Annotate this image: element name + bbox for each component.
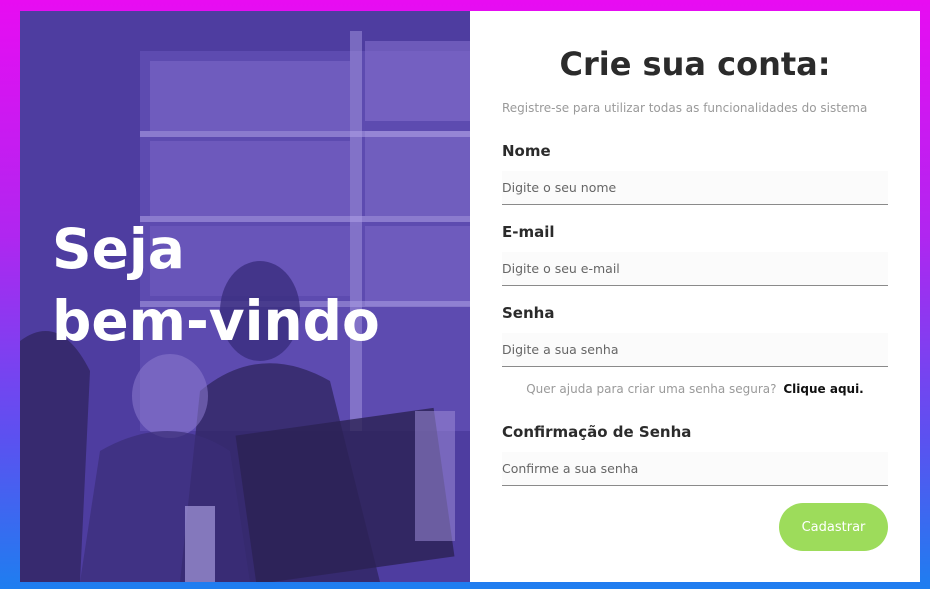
password-help-link[interactable]: Clique aqui.	[783, 382, 863, 396]
password-label: Senha	[502, 304, 555, 322]
password-input[interactable]	[502, 333, 888, 367]
name-label: Nome	[502, 142, 551, 160]
email-input[interactable]	[502, 252, 888, 286]
password-help-text: Quer ajuda para criar uma senha segura?	[526, 382, 777, 396]
welcome-line-1: Seja	[52, 217, 185, 281]
welcome-line-2: bem-vindo	[52, 289, 380, 353]
name-input[interactable]	[502, 171, 888, 205]
signup-form: Crie sua conta: Registre-se para utiliza…	[470, 11, 920, 582]
signup-card: Seja bem-vindo Crie sua conta: Registre-…	[20, 11, 920, 582]
email-label: E-mail	[502, 223, 555, 241]
form-subtitle: Registre-se para utilizar todas as funci…	[502, 101, 868, 115]
confirm-password-label: Confirmação de Senha	[502, 423, 692, 441]
confirm-password-input[interactable]	[502, 452, 888, 486]
form-title: Crie sua conta:	[559, 45, 831, 83]
register-button[interactable]: Cadastrar	[779, 503, 888, 551]
password-help: Quer ajuda para criar uma senha segura? …	[470, 382, 920, 396]
welcome-heading: Seja bem-vindo	[52, 213, 380, 357]
hero-panel: Seja bem-vindo	[20, 11, 470, 582]
